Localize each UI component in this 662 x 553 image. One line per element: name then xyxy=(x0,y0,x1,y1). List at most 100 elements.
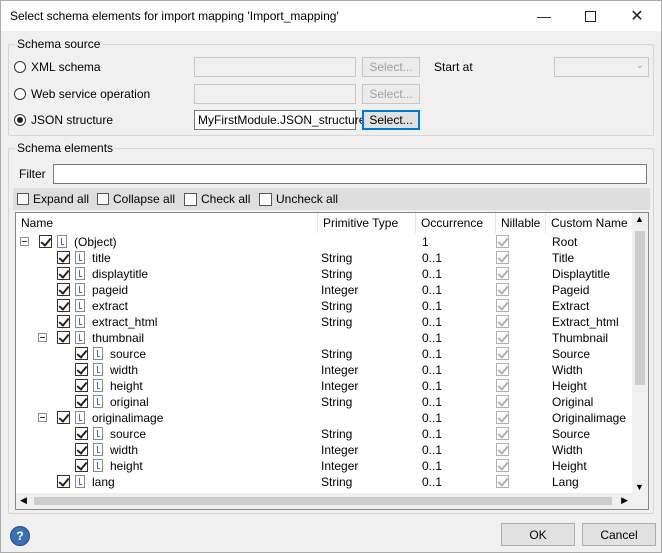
nillable-checkbox xyxy=(496,379,509,392)
collapse-toggle-icon[interactable] xyxy=(20,237,29,246)
tree-row[interactable]: (Object) 1 Root xyxy=(16,234,634,250)
tree-row[interactable]: pageid Integer 0..1 Pageid xyxy=(16,282,634,298)
column-header-nillable[interactable]: Nillable xyxy=(496,213,546,233)
json-structure-field[interactable]: MyFirstModule.JSON_structure xyxy=(194,110,365,130)
element-checkbox[interactable] xyxy=(75,427,88,440)
column-header-name[interactable]: Name xyxy=(16,213,318,233)
xml-schema-radio[interactable] xyxy=(14,61,26,73)
json-element-icon xyxy=(93,459,103,472)
maximize-button[interactable] xyxy=(567,1,613,31)
cancel-button[interactable]: Cancel xyxy=(582,523,656,546)
minimize-button[interactable]: — xyxy=(521,1,567,31)
element-type: Integer xyxy=(321,283,359,297)
element-checkbox[interactable] xyxy=(57,267,70,280)
web-service-radio[interactable] xyxy=(14,88,26,100)
horizontal-scrollbar[interactable]: ◀ ▶ xyxy=(16,493,632,509)
tree-row[interactable]: extract_html String 0..1 Extract_html xyxy=(16,314,634,330)
start-at-dropdown[interactable]: ⌄ xyxy=(554,57,649,77)
element-name: width xyxy=(110,443,139,457)
element-type: String xyxy=(321,299,353,313)
element-name: extract xyxy=(92,299,129,313)
nillable-checkbox xyxy=(496,235,509,248)
ok-button[interactable]: OK xyxy=(501,523,575,546)
element-checkbox[interactable] xyxy=(57,315,70,328)
element-custom-name: Width xyxy=(552,363,583,377)
collapse-toggle-icon[interactable] xyxy=(38,413,47,422)
tree-row[interactable]: extract String 0..1 Extract xyxy=(16,298,634,314)
element-checkbox[interactable] xyxy=(75,459,88,472)
vertical-scrollbar[interactable]: ▲ ▼ xyxy=(632,213,648,493)
json-structure-radio[interactable] xyxy=(14,114,26,126)
tree-row[interactable]: width Integer 0..1 Width xyxy=(16,442,634,458)
close-button[interactable]: ✕ xyxy=(614,1,660,31)
scroll-up-icon[interactable]: ▲ xyxy=(635,214,644,224)
tree-row[interactable]: original String 0..1 Original xyxy=(16,394,634,410)
element-checkbox[interactable] xyxy=(57,299,70,312)
tree-row[interactable]: title String 0..1 Title xyxy=(16,250,634,266)
help-icon[interactable]: ? xyxy=(10,526,30,546)
xml-schema-select-button[interactable]: Select... xyxy=(362,57,420,77)
tree-row[interactable]: thumbnail 0..1 Thumbnail xyxy=(16,330,634,346)
element-type: String xyxy=(321,267,353,281)
element-checkbox[interactable] xyxy=(57,411,70,424)
element-checkbox[interactable] xyxy=(39,235,52,248)
uncheck-all-button[interactable]: Uncheck all xyxy=(259,188,338,210)
element-checkbox[interactable] xyxy=(75,379,88,392)
column-header-primitive-type[interactable]: Primitive Type xyxy=(318,213,416,233)
element-checkbox[interactable] xyxy=(57,251,70,264)
nillable-checkbox xyxy=(496,443,509,456)
element-checkbox[interactable] xyxy=(75,395,88,408)
tree-row[interactable]: source String 0..1 Source xyxy=(16,346,634,362)
element-occurrence: 0..1 xyxy=(422,443,443,457)
element-checkbox[interactable] xyxy=(57,283,70,296)
element-name: width xyxy=(110,363,139,377)
json-structure-select-button[interactable]: Select... xyxy=(362,110,420,130)
element-checkbox[interactable] xyxy=(75,443,88,456)
element-checkbox[interactable] xyxy=(57,475,70,488)
tree-row[interactable]: height Integer 0..1 Height xyxy=(16,458,634,474)
scroll-left-icon[interactable]: ◀ xyxy=(20,495,27,506)
element-occurrence: 0..1 xyxy=(422,379,443,393)
element-type: String xyxy=(321,315,353,329)
chevron-down-icon: ⌄ xyxy=(635,60,644,71)
tree-row[interactable]: displaytitle String 0..1 Displaytitle xyxy=(16,266,634,282)
scroll-corner xyxy=(632,493,648,509)
element-checkbox[interactable] xyxy=(57,331,70,344)
element-type: String xyxy=(321,427,353,441)
filter-label: Filter xyxy=(19,167,46,181)
expand-all-label: Expand all xyxy=(33,192,90,206)
schema-tree[interactable]: Name Primitive Type Occurrence Nillable … xyxy=(15,212,649,510)
column-header-custom-name[interactable]: Custom Name xyxy=(546,213,634,233)
scroll-down-icon[interactable]: ▼ xyxy=(635,482,644,492)
schema-source-legend: Schema source xyxy=(15,37,103,51)
horizontal-scroll-thumb[interactable] xyxy=(34,497,612,505)
collapse-toggle-icon[interactable] xyxy=(38,333,47,342)
check-all-button[interactable]: Check all xyxy=(184,188,250,210)
element-type: Integer xyxy=(321,443,359,457)
xml-schema-label: XML schema xyxy=(31,60,101,74)
expand-all-button[interactable]: Expand all xyxy=(17,188,89,210)
scroll-right-icon[interactable]: ▶ xyxy=(621,495,628,506)
element-checkbox[interactable] xyxy=(75,347,88,360)
element-occurrence: 0..1 xyxy=(422,315,443,329)
nillable-checkbox xyxy=(496,363,509,376)
tree-row[interactable]: width Integer 0..1 Width xyxy=(16,362,634,378)
element-checkbox[interactable] xyxy=(75,363,88,376)
tree-row[interactable]: source String 0..1 Source xyxy=(16,426,634,442)
json-element-icon xyxy=(93,395,103,408)
collapse-all-button[interactable]: Collapse all xyxy=(97,188,175,210)
element-occurrence: 0..1 xyxy=(422,299,443,313)
filter-input[interactable] xyxy=(53,164,647,184)
column-header-occurrence[interactable]: Occurrence xyxy=(416,213,496,233)
tree-row[interactable]: height Integer 0..1 Height xyxy=(16,378,634,394)
web-service-select-button[interactable]: Select... xyxy=(362,84,420,104)
element-type: String xyxy=(321,251,353,265)
element-type: String xyxy=(321,395,353,409)
vertical-scroll-thumb[interactable] xyxy=(635,231,645,385)
tree-row[interactable]: lang String 0..1 Lang xyxy=(16,474,634,490)
element-custom-name: Source xyxy=(552,347,591,361)
nillable-checkbox xyxy=(496,395,509,408)
tree-row[interactable]: originalimage 0..1 Originalimage xyxy=(16,410,634,426)
element-name: thumbnail xyxy=(92,331,145,345)
element-occurrence: 0..1 xyxy=(422,475,443,489)
